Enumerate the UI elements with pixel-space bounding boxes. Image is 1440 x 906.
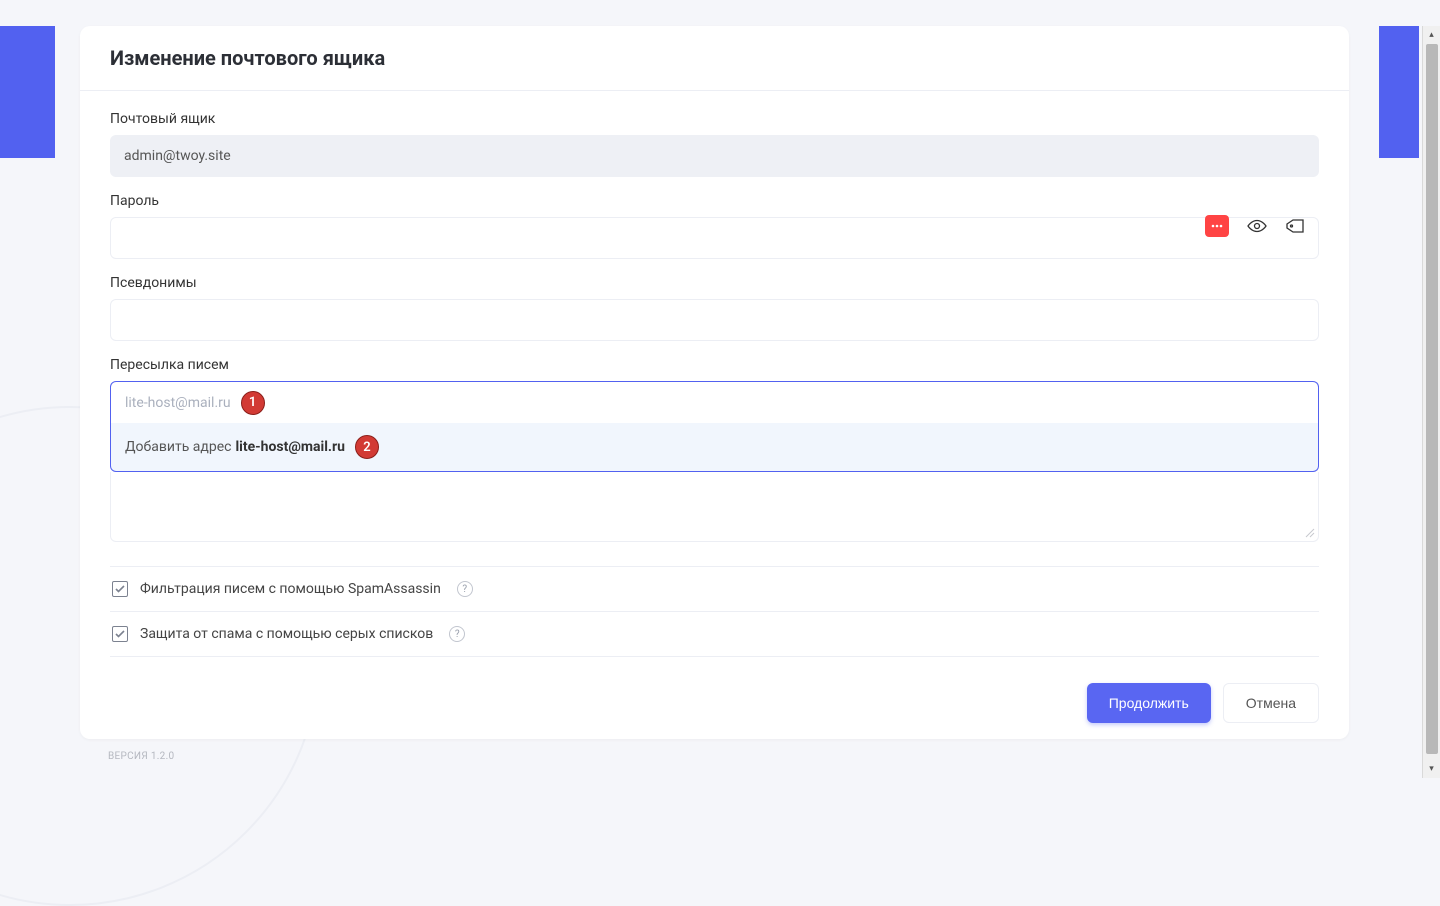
- annotation-badge-1: 1: [241, 391, 265, 415]
- page-title: Изменение почтового ящика: [80, 26, 1349, 91]
- forwarding-group: Пересылка писем lite-host@mail.ru 1 Доба…: [110, 357, 1319, 542]
- scroll-track[interactable]: [1423, 44, 1440, 760]
- version-text: ВЕРСИЯ 1.2.0: [108, 751, 1399, 762]
- forwarding-dropdown-value: lite-host@mail.ru: [235, 439, 345, 455]
- greylist-checkbox[interactable]: [112, 626, 128, 642]
- help-icon[interactable]: ?: [457, 581, 473, 597]
- action-bar: Продолжить Отмена: [80, 667, 1349, 731]
- tag-icon[interactable]: [1285, 218, 1305, 234]
- password-group: Пароль: [110, 193, 1319, 259]
- aliases-group: Псевдонимы: [110, 275, 1319, 341]
- greylist-row: Защита от спама с помощью серых списков …: [110, 611, 1319, 656]
- scroll-down-button[interactable]: ▾: [1423, 760, 1440, 778]
- resize-handle-icon[interactable]: [1305, 528, 1315, 538]
- password-label: Пароль: [110, 193, 1319, 209]
- scroll-up-button[interactable]: ▴: [1423, 26, 1440, 44]
- spamassassin-row: Фильтрация писем с помощью SpamAssassin …: [110, 567, 1319, 611]
- edit-mailbox-card: Изменение почтового ящика Почтовый ящик …: [80, 26, 1349, 739]
- spamassassin-checkbox[interactable]: [112, 581, 128, 597]
- forwarding-textarea[interactable]: [110, 472, 1319, 542]
- aliases-input[interactable]: [110, 299, 1319, 341]
- scroll-thumb[interactable]: [1426, 44, 1438, 754]
- aliases-label: Псевдонимы: [110, 275, 1319, 291]
- forwarding-dropdown-prefix: Добавить адрес: [125, 439, 231, 455]
- annotation-badge-2: 2: [355, 435, 379, 459]
- mailbox-label: Почтовый ящик: [110, 111, 1319, 127]
- vertical-scrollbar[interactable]: ▴ ▾: [1422, 26, 1440, 778]
- mailbox-input: admin@twoy.site: [110, 135, 1319, 177]
- password-dots-icon[interactable]: [1205, 215, 1229, 237]
- mailbox-group: Почтовый ящик admin@twoy.site: [110, 111, 1319, 177]
- options-list: Фильтрация писем с помощью SpamAssassin …: [110, 566, 1319, 657]
- cancel-button[interactable]: Отмена: [1223, 683, 1319, 723]
- help-icon[interactable]: ?: [449, 626, 465, 642]
- password-input[interactable]: [110, 217, 1319, 259]
- eye-icon[interactable]: [1247, 219, 1267, 233]
- greylist-label: Защита от спама с помощью серых списков: [140, 626, 433, 642]
- mailbox-value: admin@twoy.site: [124, 148, 231, 164]
- forwarding-input-value: lite-host@mail.ru: [125, 395, 231, 411]
- forwarding-input[interactable]: lite-host@mail.ru 1: [110, 381, 1319, 423]
- spamassassin-label: Фильтрация писем с помощью SpamAssassin: [140, 581, 441, 597]
- continue-button[interactable]: Продолжить: [1087, 683, 1211, 723]
- forwarding-label: Пересылка писем: [110, 357, 1319, 373]
- forwarding-add-option[interactable]: Добавить адрес lite-host@mail.ru 2: [110, 423, 1319, 472]
